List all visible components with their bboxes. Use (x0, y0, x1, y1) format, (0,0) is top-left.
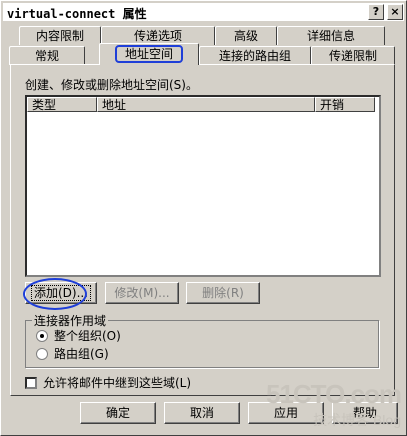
tab-label: 高级 (233, 29, 258, 43)
tab-general[interactable]: 常规 (9, 46, 85, 65)
annotation-ellipse (23, 278, 87, 310)
list-header: 类型 地址 开销 (27, 97, 379, 113)
column-header-address[interactable]: 地址 (97, 97, 315, 112)
column-header-cost[interactable]: 开销 (315, 97, 375, 112)
tab-details[interactable]: 详细信息 (277, 26, 385, 45)
radio-routing-group[interactable]: 路由组(G) (36, 347, 109, 361)
tab-label: 常规 (34, 49, 59, 63)
tab-label: 传递限制 (328, 49, 377, 63)
modify-button[interactable]: 修改(M)... (105, 282, 179, 304)
column-header-type[interactable]: 类型 (27, 97, 97, 112)
watermark-main: 51CTO.com (265, 379, 402, 409)
watermark: 51CTO.com 技术博客 Blog (265, 379, 402, 430)
close-button[interactable]: × (387, 4, 403, 20)
tab-content-restrictions[interactable]: 内容限制 (19, 26, 101, 45)
connector-scope-group: 连接器作用域 整个组织(O) 路由组(G) (25, 312, 379, 368)
tab-label: 内容限制 (35, 29, 84, 43)
cancel-button[interactable]: 取消 (164, 402, 240, 424)
window-title: virtual-connect 属性 (7, 7, 147, 21)
tab-label: 详细信息 (306, 29, 355, 43)
tab-advanced[interactable]: 高级 (215, 26, 277, 45)
delete-button-label: 删除(R) (202, 286, 244, 300)
properties-dialog: virtual-connect 属性 ? × 内容限制 传递选项 高级 详细信息… (0, 0, 407, 436)
panel-description: 创建、修改或删除地址空间(S)。 (25, 78, 198, 92)
delete-button[interactable]: 删除(R) (186, 282, 260, 304)
radio-unchecked-icon (36, 348, 48, 360)
checkbox-box (25, 377, 37, 389)
relay-checkbox-label: 允许将邮件中继到这些域(L) (43, 376, 192, 390)
group-title: 连接器作用域 (32, 312, 109, 329)
tab-label: 连接的路由组 (218, 49, 291, 63)
radio-entire-organization[interactable]: 整个组织(O) (36, 329, 121, 343)
tab-delivery-restrictions[interactable]: 传递限制 (311, 46, 395, 65)
modify-button-label: 修改(M)... (114, 286, 170, 300)
tab-address-space[interactable]: 地址空间 (99, 43, 199, 65)
radio-label: 路由组(G) (54, 347, 109, 361)
ok-button-label: 确定 (105, 406, 130, 420)
watermark-sub: 技术博客 Blog (313, 412, 401, 428)
tab-label: 地址空间 (114, 45, 183, 63)
ok-button[interactable]: 确定 (80, 402, 156, 424)
relay-checkbox[interactable]: 允许将邮件中继到这些域(L) (25, 374, 191, 391)
radio-label: 整个组织(O) (54, 329, 121, 343)
help-title-button[interactable]: ? (368, 4, 384, 20)
radio-checked-icon (36, 330, 48, 342)
tab-label: 传递选项 (133, 29, 182, 43)
cancel-button-label: 取消 (189, 406, 214, 420)
title-bar: virtual-connect 属性 ? × (3, 3, 404, 21)
tab-connected-routing-groups[interactable]: 连接的路由组 (199, 46, 311, 65)
address-space-list[interactable]: 类型 地址 开销 (25, 95, 381, 277)
